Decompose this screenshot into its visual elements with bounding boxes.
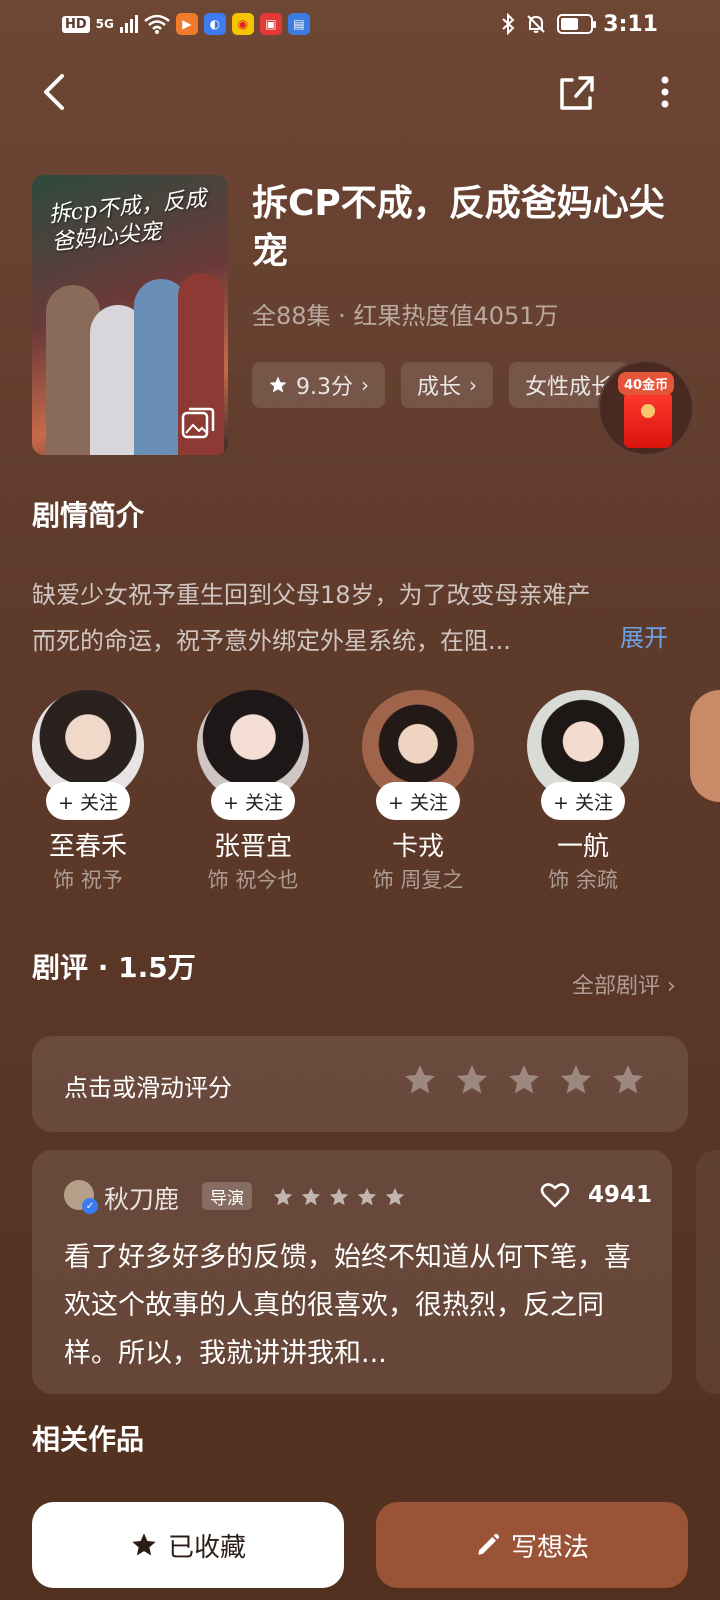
coin-label: 40金币 (618, 372, 675, 395)
follow-button[interactable]: + 关注 (46, 782, 130, 820)
rate-prompt: 点击或滑动评分 (64, 1074, 232, 1102)
star-icon[interactable] (610, 1062, 646, 1098)
status-bar: HD 5G ▶ ◐ ◉ ▣ ▤ 3:11 (0, 0, 720, 48)
cast-item[interactable]: + 关注 卡戎 饰 周复之 (362, 690, 474, 900)
rating-tag[interactable]: 9.3分 › (252, 362, 385, 408)
star-icon (385, 1187, 405, 1206)
signal-icon (119, 15, 138, 33)
star-icon[interactable] (402, 1062, 438, 1098)
favorite-button[interactable]: 已收藏 (32, 1502, 344, 1588)
share-icon[interactable] (556, 70, 596, 114)
star-icon[interactable] (454, 1062, 490, 1098)
follow-button[interactable]: + 关注 (376, 782, 460, 820)
review-card[interactable] (696, 1150, 720, 1394)
heart-icon[interactable] (540, 1180, 570, 1210)
star-icon (357, 1187, 377, 1206)
wifi-icon (144, 14, 170, 34)
reviews-title: 剧评 · 1.5万 (32, 951, 196, 984)
role-badge: 导演 (202, 1182, 252, 1210)
cast-name: 至春禾 (48, 832, 127, 862)
weibo-app-icon: ◉ (231, 13, 254, 35)
avatar[interactable] (690, 690, 720, 802)
status-left: HD 5G ▶ ◐ ◉ ▣ ▤ (62, 13, 310, 35)
top-nav (0, 66, 720, 116)
network-type: 5G (95, 17, 114, 31)
star-icon[interactable] (506, 1062, 542, 1098)
status-right: 3:11 (501, 12, 658, 37)
all-reviews-label: 全部剧评 (572, 974, 661, 999)
follow-button[interactable]: + 关注 (211, 782, 295, 820)
chevron-right-icon: › (469, 373, 478, 397)
drama-title: 拆CP不成，反成爸妈心尖宠 (252, 183, 665, 272)
review-card[interactable]: ✓ 秋刀鹿 导演 4941 看了好多好多的反馈，始终不知道从何下笔，喜欢这个故事… (32, 1150, 672, 1394)
cast-role: 饰 祝予 (53, 868, 123, 892)
star-icon (132, 1533, 156, 1556)
coin-reward-badge[interactable]: 40金币 (598, 360, 694, 456)
tag-list: 9.3分 › 成长 › 女性成长 (252, 362, 630, 408)
rating-value: 9.3分 (296, 375, 353, 400)
pencil-icon (478, 1533, 500, 1555)
mute-icon (527, 15, 545, 33)
bottom-action-bar: 已收藏 写想法 (0, 1480, 720, 1600)
star-icon (329, 1187, 349, 1206)
genre-label: 成长 (417, 375, 462, 400)
cast-role: 饰 余疏 (548, 868, 618, 892)
favorite-label: 已收藏 (167, 1532, 246, 1563)
star-icon (269, 376, 287, 393)
back-icon[interactable] (36, 70, 76, 114)
follow-button[interactable]: + 关注 (541, 782, 625, 820)
rating-input-box[interactable]: 点击或滑动评分 (32, 1036, 688, 1132)
cast-name: 卡戎 (391, 832, 444, 862)
chevron-right-icon: › (361, 373, 369, 397)
expand-link[interactable]: 展开 (620, 618, 668, 653)
hd-icon: HD (62, 15, 90, 33)
status-time: 3:11 (603, 11, 658, 37)
cast-role: 饰 周复之 (372, 868, 464, 892)
related-title: 相关作品 (32, 1423, 145, 1456)
cast-item[interactable]: + 关注 至春禾 饰 祝予 (32, 690, 144, 900)
blue-app-icon: ▤ (287, 13, 310, 35)
synopsis-text: 缺爱少女祝予重生回到父母18岁，为了改变母亲难产而死的命运，祝予意外绑定外星系统… (32, 581, 591, 655)
cast-name: 张晋宜 (213, 832, 292, 862)
cast-name: 一航 (556, 832, 609, 862)
review-author: 秋刀鹿 (104, 1185, 180, 1214)
write-thought-button[interactable]: 写想法 (376, 1502, 688, 1588)
cast-item[interactable]: + 关注 一航 饰 余疏 (527, 690, 639, 900)
poster-title: 拆cp不成，反成爸妈心尖宠 (47, 186, 208, 256)
more-icon[interactable] (650, 70, 680, 114)
cast-role: 饰 祝今也 (207, 868, 299, 892)
bluetooth-icon (502, 13, 515, 35)
star-icon (301, 1187, 321, 1206)
chevron-right-icon: › (667, 974, 676, 999)
review-text: 看了好多好多的反馈，始终不知道从何下笔，喜欢这个故事的人真的很喜欢，很热烈，反之… (64, 1242, 631, 1369)
review-stars (272, 1186, 406, 1208)
write-label: 写想法 (510, 1532, 589, 1563)
verified-icon: ✓ (82, 1198, 98, 1214)
drama-meta: 全88集 · 红果热度值4051万 (252, 302, 559, 330)
gallery-icon[interactable] (180, 405, 216, 441)
red-envelope-icon (624, 392, 672, 448)
red-app-icon: ▣ (259, 13, 282, 35)
cast-item[interactable]: + 关注 张晋宜 饰 祝今也 (197, 690, 309, 900)
genre-tag[interactable]: 成长 › (401, 362, 494, 408)
synopsis-title: 剧情简介 (32, 499, 145, 532)
star-icon[interactable] (558, 1062, 594, 1098)
all-reviews-link[interactable]: 全部剧评 › (572, 968, 676, 1000)
battery-icon (557, 14, 597, 34)
like-count: 4941 (588, 1182, 653, 1208)
safari-app-icon: ◐ (203, 13, 226, 35)
drama-poster[interactable]: 拆cp不成，反成爸妈心尖宠 (32, 175, 228, 455)
video-app-icon: ▶ (175, 13, 198, 35)
star-icon (273, 1187, 293, 1206)
cast-list: + 关注 至春禾 饰 祝予 + 关注 张晋宜 饰 祝今也 + 关注 卡戎 饰 周… (32, 690, 720, 900)
rate-stars[interactable] (402, 1062, 646, 1098)
